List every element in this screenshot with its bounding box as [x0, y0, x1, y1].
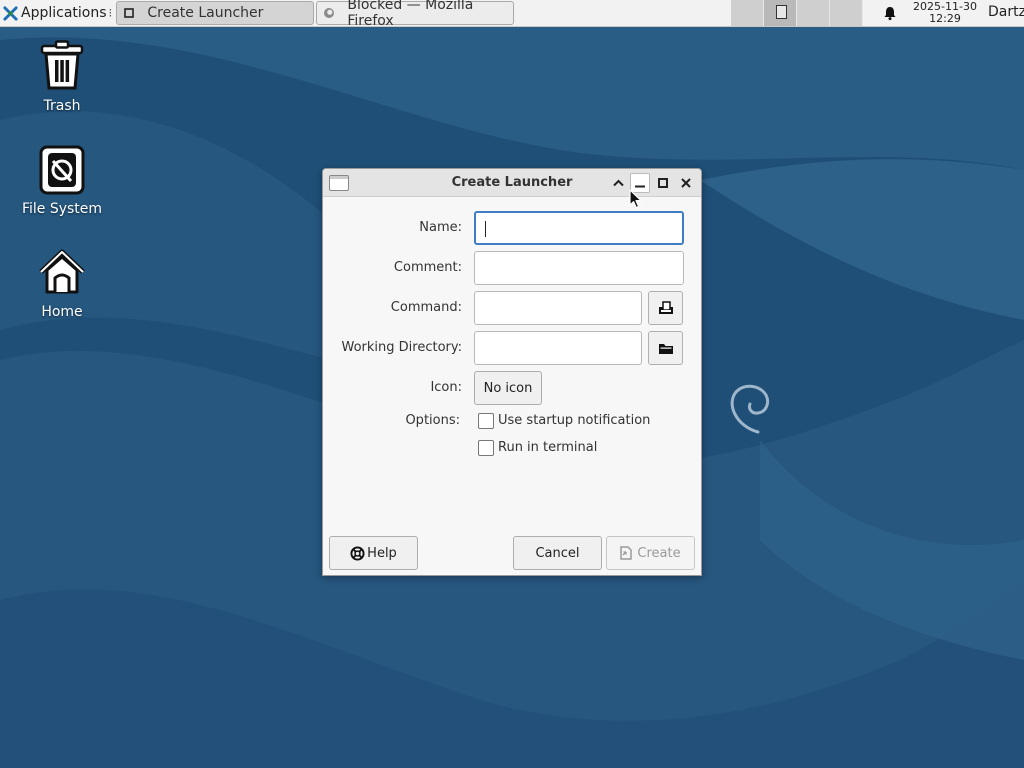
new-document-icon [620, 546, 633, 560]
workspace-3[interactable] [797, 0, 830, 26]
desktop-icon-home[interactable]: Home [7, 248, 117, 320]
taskbar-item-label: Blocked — Mozilla Firefox [347, 0, 474, 29]
icon-label: Icon: [430, 380, 462, 395]
create-launcher-dialog: Create Launcher Name: Comment: Command: [322, 168, 702, 576]
desktop-icon-trash[interactable]: Trash [7, 40, 117, 114]
working-directory-row: Working Directory: [323, 331, 703, 365]
trash-icon [40, 40, 84, 90]
workspace-1[interactable] [731, 0, 764, 26]
icon-select-button[interactable]: No icon [474, 371, 542, 405]
icon-row: Icon: No icon [323, 371, 703, 405]
text-cursor [485, 221, 486, 237]
command-label: Command: [390, 300, 462, 315]
workspace-window-thumb [776, 5, 787, 19]
name-input[interactable] [474, 211, 684, 245]
chevron-up-icon [612, 179, 624, 187]
create-button[interactable]: Create [606, 536, 695, 570]
taskbar-item-create-launcher[interactable]: Create Launcher [116, 1, 315, 25]
cancel-button[interactable]: Cancel [513, 536, 602, 570]
run-in-terminal-checkbox[interactable] [478, 440, 494, 456]
panel-separator: ⁝ [108, 6, 113, 20]
working-directory-browse-button[interactable] [648, 331, 683, 365]
working-directory-label: Working Directory: [341, 340, 462, 355]
window-icon [123, 7, 135, 19]
home-icon [39, 249, 85, 294]
folder-icon [658, 343, 673, 354]
xfce-logo-icon [3, 5, 18, 21]
name-label: Name: [419, 220, 462, 235]
comment-label: Comment: [393, 260, 462, 275]
close-icon [681, 178, 691, 188]
taskbar-item-firefox[interactable]: Blocked — Mozilla Firefox [316, 0, 515, 29]
startup-notification-checkbox[interactable] [478, 413, 494, 429]
open-file-icon [658, 301, 673, 314]
options-label: Options: [405, 413, 460, 428]
notification-bell-icon[interactable] [882, 5, 898, 21]
firefox-icon [323, 7, 335, 19]
minimize-icon [635, 185, 645, 188]
shade-button[interactable] [608, 173, 628, 193]
user-menu[interactable]: Dartz [988, 4, 1024, 20]
panel-clock[interactable]: 2025-11-30 12:29 [906, 1, 984, 25]
desktop-icon-label: File System [21, 201, 103, 217]
taskbar-item-label: Create Launcher [147, 5, 264, 21]
command-browse-button[interactable] [648, 291, 683, 325]
command-row: Command: [323, 291, 703, 325]
applications-menu-button[interactable]: Applications ⁝ [0, 0, 114, 27]
close-button[interactable] [676, 173, 696, 193]
desktop-icon-file-system[interactable]: File System [7, 145, 117, 217]
drive-icon [39, 145, 85, 195]
dialog-titlebar[interactable]: Create Launcher [323, 169, 701, 197]
help-lifebuoy-icon [350, 545, 365, 561]
working-directory-input[interactable] [474, 331, 642, 365]
name-row: Name: [323, 211, 703, 245]
maximize-button[interactable] [653, 173, 673, 193]
clock-time: 12:29 [929, 12, 961, 25]
workspace-switcher [731, 0, 863, 27]
help-button[interactable]: Help [329, 536, 418, 570]
workspace-2[interactable] [764, 0, 797, 26]
help-button-label: Help [367, 545, 397, 561]
comment-row: Comment: [323, 251, 703, 285]
top-panel: Applications ⁝ Create Launcher Blocked —… [0, 0, 1024, 29]
workspace-4[interactable] [830, 0, 863, 26]
command-input[interactable] [474, 291, 642, 325]
run-in-terminal-label[interactable]: Run in terminal [498, 440, 597, 455]
desktop-icon-label: Trash [43, 98, 81, 114]
create-button-label: Create [637, 545, 681, 561]
mouse-pointer-icon [629, 189, 642, 209]
applications-label: Applications [21, 5, 107, 21]
maximize-icon [658, 178, 668, 188]
desktop-icon-label: Home [41, 304, 83, 320]
startup-notification-label[interactable]: Use startup notification [498, 413, 650, 428]
comment-input[interactable] [474, 251, 684, 285]
